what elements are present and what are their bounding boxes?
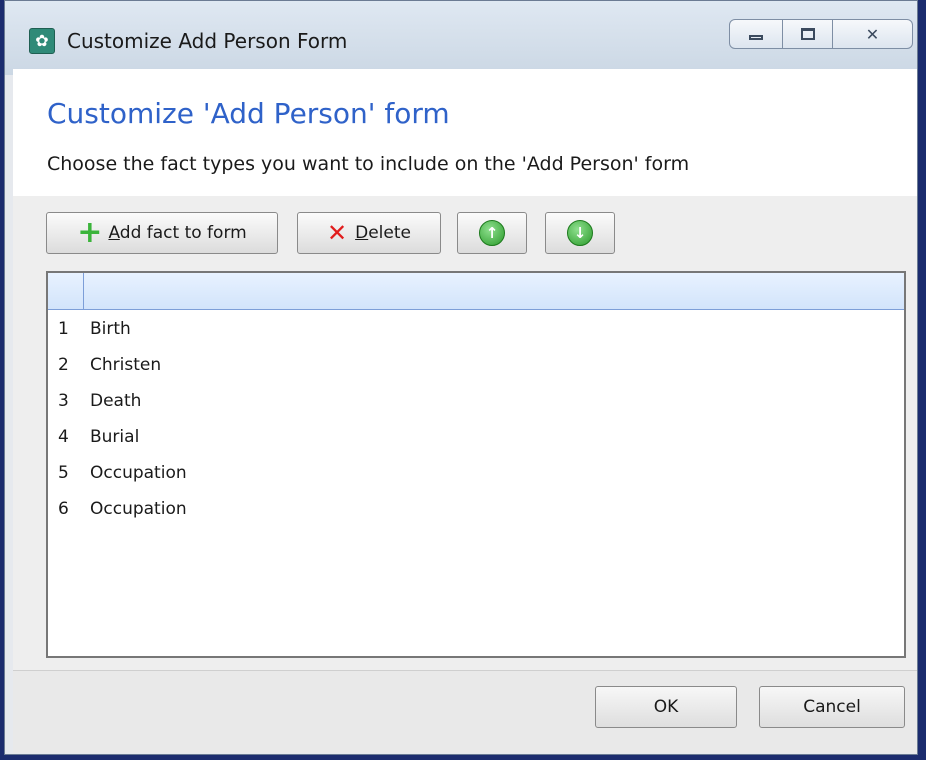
move-down-button[interactable]: ↓	[545, 212, 615, 254]
ok-button[interactable]: OK	[595, 686, 737, 728]
grid-rows: 1 Birth 2 Christen 3 Death 4 Burial 5 Occupation 6…	[48, 310, 904, 526]
table-row[interactable]: 6 Occupation	[48, 490, 904, 526]
delete-x-icon: ✕	[327, 219, 348, 247]
grid-header-row[interactable]	[48, 273, 904, 310]
row-number: 5	[58, 463, 69, 483]
title-bar[interactable]: ✿ Customize Add Person Form ✕	[5, 1, 917, 75]
page-subtitle: Choose the fact types you want to includ…	[47, 153, 690, 175]
close-button[interactable]: ✕	[833, 19, 913, 49]
row-number: 1	[58, 319, 69, 339]
grid-header-index-cell[interactable]	[48, 273, 84, 309]
add-fact-label: Add fact to form	[108, 223, 247, 243]
fact-list-grid[interactable]: 1 Birth 2 Christen 3 Death 4 Burial 5 Occupation 6…	[46, 271, 906, 658]
fact-type-name: Death	[90, 391, 142, 411]
app-tree-icon: ✿	[29, 28, 55, 54]
fact-type-name: Christen	[90, 355, 162, 375]
row-number: 4	[58, 427, 69, 447]
dialog-footer: OK Cancel	[13, 670, 917, 753]
delete-label: Delete	[355, 223, 411, 243]
page-title: Customize 'Add Person' form	[47, 97, 450, 130]
table-row[interactable]: 5 Occupation	[48, 454, 904, 490]
row-number: 3	[58, 391, 69, 411]
move-up-button[interactable]: ↑	[457, 212, 527, 254]
table-row[interactable]: 4 Burial	[48, 418, 904, 454]
maximize-icon	[800, 28, 815, 40]
fact-type-name: Occupation	[90, 463, 187, 483]
add-fact-button[interactable]: + Add fact to form	[46, 212, 278, 254]
window-title: Customize Add Person Form	[67, 29, 348, 53]
fact-type-name: Occupation	[90, 499, 187, 519]
fact-type-name: Burial	[90, 427, 140, 447]
arrow-up-circle-icon: ↑	[479, 220, 505, 246]
dialog-window: ✿ Customize Add Person Form ✕ Customize …	[4, 0, 918, 755]
arrow-down-circle-icon: ↓	[567, 220, 593, 246]
plus-icon: +	[77, 215, 103, 250]
content-area: + Add fact to form ✕ Delete ↑ ↓ 1 Birth 2 C…	[13, 196, 917, 670]
fact-type-name: Birth	[90, 319, 131, 339]
table-row[interactable]: 2 Christen	[48, 346, 904, 382]
minimize-icon	[749, 34, 763, 40]
maximize-button[interactable]	[783, 19, 833, 49]
close-icon: ✕	[865, 24, 880, 44]
delete-button[interactable]: ✕ Delete	[297, 212, 441, 254]
caption-buttons: ✕	[729, 19, 913, 49]
row-number: 6	[58, 499, 69, 519]
minimize-button[interactable]	[729, 19, 783, 49]
table-row[interactable]: 1 Birth	[48, 310, 904, 346]
row-number: 2	[58, 355, 69, 375]
table-row[interactable]: 3 Death	[48, 382, 904, 418]
dialog-header: Customize 'Add Person' form Choose the f…	[13, 69, 917, 196]
cancel-button[interactable]: Cancel	[759, 686, 905, 728]
